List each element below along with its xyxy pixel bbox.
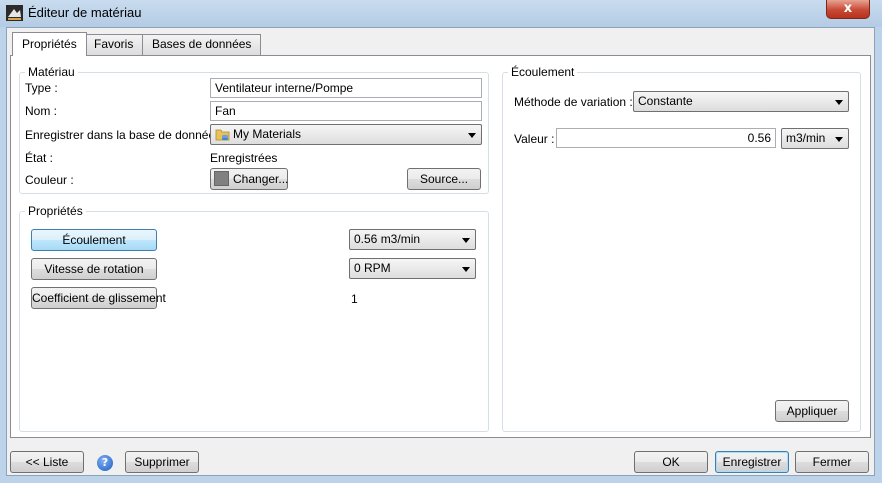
- source-label: Source...: [419, 172, 469, 186]
- valeur-label: Valeur :: [514, 132, 555, 146]
- group-ecoulement: Écoulement Méthode de variation : Consta…: [502, 65, 861, 432]
- etat-value: Enregistrées: [210, 151, 278, 165]
- color-swatch: [214, 171, 229, 186]
- database-value: My Materials: [233, 127, 302, 141]
- database-folder-icon: [215, 129, 230, 141]
- title-bar: Éditeur de matériau x: [0, 0, 882, 27]
- vitesse-rotation-value: 0 RPM: [354, 261, 391, 275]
- fermer-button[interactable]: Fermer: [795, 451, 869, 473]
- unit-select[interactable]: m3/min: [781, 128, 849, 149]
- help-glyph: ?: [101, 456, 109, 469]
- liste-label: << Liste: [25, 455, 69, 469]
- tab-bases-de-donnees[interactable]: Bases de données: [142, 34, 262, 55]
- tab-label: Bases de données: [152, 37, 252, 51]
- vitesse-rotation-button[interactable]: Vitesse de rotation: [31, 258, 157, 280]
- group-proprietes: Propriétés Écoulement 0.56 m3/min Vitess…: [19, 204, 489, 432]
- ok-button[interactable]: OK: [634, 451, 708, 473]
- etat-label: État :: [25, 151, 54, 165]
- enregistrer-label: Enregistrer: [722, 455, 782, 469]
- changer-label: Changer...: [233, 172, 289, 186]
- enregistrer-button[interactable]: Enregistrer: [715, 451, 789, 473]
- tab-panel-proprietes: Matériau Type : Ventilateur interne/Pomp…: [10, 55, 871, 438]
- methode-select[interactable]: Constante: [633, 91, 849, 112]
- chevron-down-icon: [835, 137, 843, 142]
- chevron-down-icon: [468, 133, 476, 138]
- group-legend-materiau: Matériau: [25, 65, 78, 79]
- window-title: Éditeur de matériau: [28, 5, 142, 20]
- couleur-label: Couleur :: [25, 173, 74, 187]
- vitesse-rotation-label: Vitesse de rotation: [44, 262, 144, 276]
- dialog-client-area: Propriétés Favoris Bases de données Maté…: [6, 27, 875, 476]
- close-icon: x: [843, 1, 853, 16]
- fermer-label: Fermer: [812, 455, 852, 469]
- methode-value: Constante: [638, 94, 693, 108]
- coefficient-glissement-button[interactable]: Coefficient de glissement: [31, 287, 166, 309]
- help-icon[interactable]: ?: [97, 455, 113, 471]
- appliquer-label: Appliquer: [786, 404, 838, 418]
- tab-proprietes[interactable]: Propriétés: [12, 32, 87, 56]
- material-editor-icon: [6, 5, 23, 21]
- supprimer-button[interactable]: Supprimer: [125, 451, 199, 473]
- group-materiau: Matériau Type : Ventilateur interne/Pomp…: [19, 65, 489, 194]
- close-button[interactable]: x: [826, 0, 870, 19]
- supprimer-label: Supprimer: [134, 455, 190, 469]
- ecoulement-select[interactable]: 0.56 m3/min: [349, 229, 476, 250]
- unit-value: m3/min: [786, 131, 826, 145]
- liste-button[interactable]: << Liste: [10, 451, 84, 473]
- ecoulement-value: 0.56 m3/min: [354, 232, 421, 246]
- coefficient-glissement-value: 1: [351, 292, 358, 306]
- db-label: Enregistrer dans la base de données :: [25, 128, 228, 142]
- tab-favoris[interactable]: Favoris: [84, 34, 144, 55]
- appliquer-button[interactable]: Appliquer: [775, 400, 849, 422]
- tab-label: Propriétés: [22, 37, 77, 51]
- group-legend-ecoulement: Écoulement: [508, 65, 578, 79]
- ok-label: OK: [662, 455, 680, 469]
- coefficient-glissement-label: Coefficient de glissement: [32, 291, 166, 305]
- database-select[interactable]: My Materials: [210, 124, 482, 145]
- nom-field[interactable]: Fan: [210, 101, 482, 121]
- nom-label: Nom :: [25, 104, 58, 118]
- vitesse-rotation-select[interactable]: 0 RPM: [349, 258, 476, 279]
- changer-color-button[interactable]: Changer...: [210, 168, 288, 190]
- tab-label: Favoris: [94, 37, 134, 51]
- group-legend-proprietes: Propriétés: [25, 204, 86, 218]
- source-button[interactable]: Source...: [407, 168, 481, 190]
- methode-label: Méthode de variation :: [514, 95, 633, 109]
- valeur-field[interactable]: 0.56: [556, 128, 776, 148]
- ecoulement-label: Écoulement: [62, 233, 126, 247]
- chevron-down-icon: [462, 238, 470, 243]
- chevron-down-icon: [462, 267, 470, 272]
- type-field[interactable]: Ventilateur interne/Pompe: [210, 78, 482, 98]
- ecoulement-button[interactable]: Écoulement: [31, 229, 157, 251]
- chevron-down-icon: [835, 100, 843, 105]
- type-label: Type :: [25, 81, 58, 95]
